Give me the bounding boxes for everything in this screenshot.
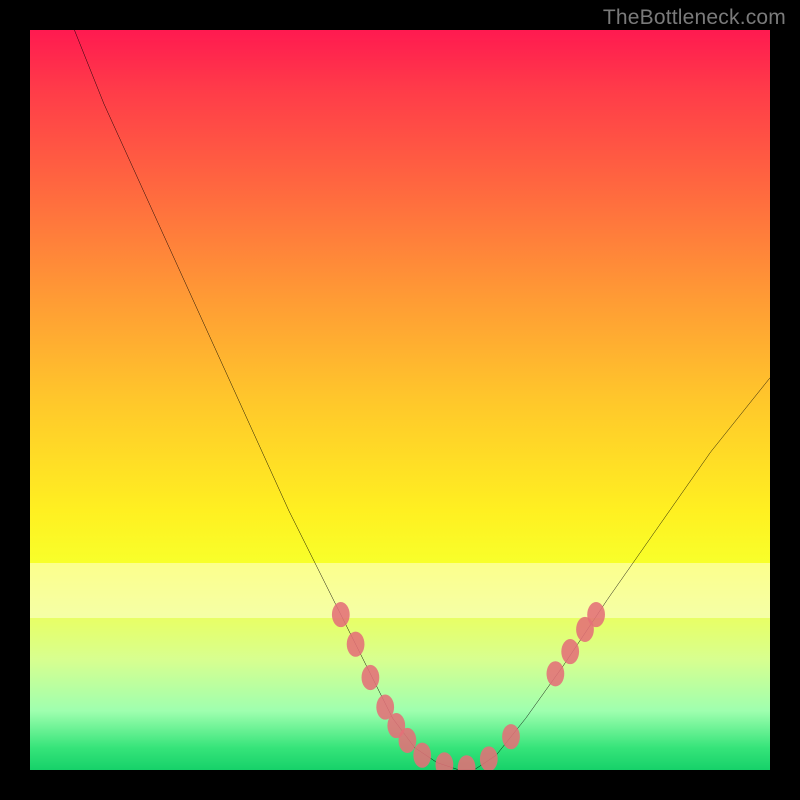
data-marker	[502, 724, 520, 749]
chart-svg	[30, 30, 770, 770]
data-marker	[561, 639, 579, 664]
data-marker	[332, 602, 350, 627]
data-marker	[587, 602, 605, 627]
data-marker	[436, 752, 454, 770]
data-marker	[399, 728, 417, 753]
data-marker	[547, 661, 565, 686]
data-marker	[413, 743, 431, 768]
plot-area	[30, 30, 770, 770]
data-marker	[480, 746, 498, 770]
data-marker	[458, 755, 476, 770]
data-marker	[347, 632, 365, 657]
data-marker	[362, 665, 380, 690]
outer-frame: TheBottleneck.com	[0, 0, 800, 800]
marker-group	[332, 602, 605, 770]
watermark-text: TheBottleneck.com	[603, 6, 786, 30]
bottleneck-curve	[74, 30, 770, 770]
